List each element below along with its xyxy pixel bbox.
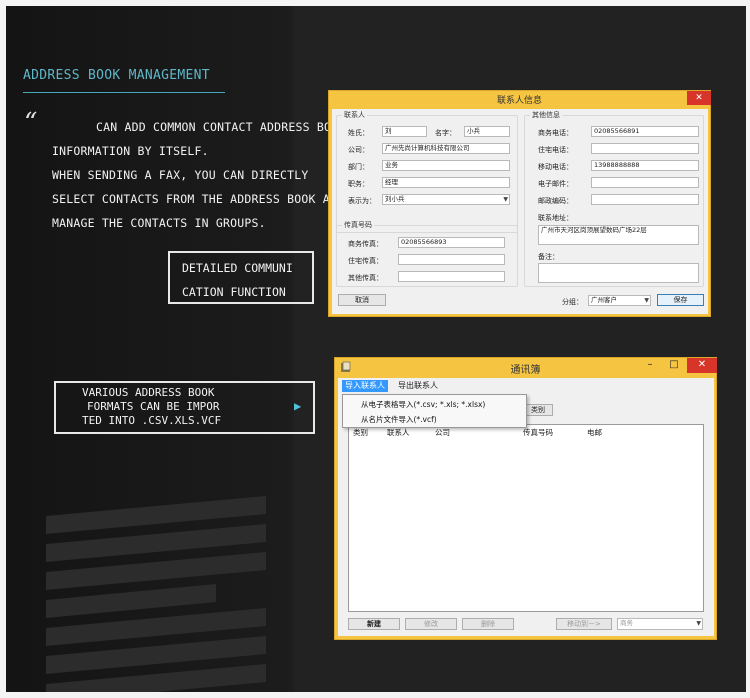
detail-box-line-2: CATION FUNCTION [182,285,286,299]
contact-window-body: 联系人 姓氏： 刘 名字： 小兵 公司： 广州先尚计算机科技有限公司 部门： 业… [332,109,708,314]
display-as-select[interactable]: 刘小兵 ▼ [382,194,510,205]
minimize-button[interactable]: – [640,359,660,372]
formats-box: VARIOUS ADDRESS BOOK FORMATS CAN BE IMPO… [54,381,315,434]
play-arrow-icon: ▶ [294,399,302,413]
chevron-down-icon: ▼ [644,297,649,304]
home-phone-label: 住宅电话： [538,146,573,154]
mobile-label: 移动电话： [538,163,573,171]
detail-box-line-1: DETAILED COMMUNI [182,261,293,275]
import-from-vcf[interactable]: 从名片文件导入(*.vcf) [361,414,437,425]
section-title: ADDRESS BOOK MANAGEMENT [23,68,210,83]
title-underline [23,92,225,93]
surname-field[interactable]: 刘 [382,126,427,137]
surname-label: 姓氏： [348,129,369,137]
company-label: 公司： [348,146,369,154]
save-button[interactable]: 保存 [657,294,704,306]
column-category[interactable]: 类别 [353,427,368,438]
address-book-window: 通讯簿 – □ ✕ 导入联系人 导出联系人 从电子表格导入(*.csv; *.x… [334,357,717,640]
move-target-value: 商务 [620,619,633,627]
formats-box-line-1: VARIOUS ADDRESS BOOK [82,386,215,399]
desc-line-1: CAN ADD COMMON CONTACT ADDRESS BOOK [96,120,346,134]
contact-window-title: 联系人信息 [496,96,542,106]
group-select-label: 分组： [562,298,583,306]
biz-phone-label: 商务电话： [538,129,573,137]
biz-fax-label: 商务传真： [348,240,383,248]
detail-function-box: DETAILED COMMUNI CATION FUNCTION [168,251,314,304]
chevron-down-icon: ▼ [696,620,701,627]
address-field[interactable]: 广州市天河区岗顶展望数码广场22层 [538,225,699,245]
formats-box-line-3: TED INTO .CSV.XLS.VCF [82,414,222,427]
other-info-group-label: 其他信息 [530,110,562,120]
contact-window-titlebar[interactable]: 联系人信息 ✕ [329,91,711,107]
column-fax-number[interactable]: 传真号码 [523,427,553,438]
column-company[interactable]: 公司 [435,427,450,438]
formats-box-line-2: FORMATS CAN BE IMPOR [87,400,220,413]
home-phone-field[interactable] [591,143,699,154]
desc-line-2: INFORMATION BY ITSELF. [52,144,209,158]
contact-window-close-button[interactable]: ✕ [687,91,711,105]
email-field[interactable] [591,177,699,188]
home-fax-label: 住宅传真： [348,257,383,265]
category-button[interactable]: 类别 [523,404,553,416]
group-select[interactable]: 广州客户 ▼ [588,295,651,306]
move-to-button[interactable]: 移动到－> [556,618,612,630]
other-fax-field[interactable] [398,271,505,282]
address-book-titlebar[interactable]: 通讯簿 – □ ✕ [335,358,717,376]
home-fax-field[interactable] [398,254,505,265]
delete-button[interactable]: 删除 [462,618,514,630]
note-label: 备注： [538,253,559,261]
fax-group-label: 传真号码 [342,220,374,230]
dept-label: 部门： [348,163,369,171]
column-email[interactable]: 电邮 [587,427,602,438]
note-field[interactable] [538,263,699,283]
dept-field[interactable]: 业务 [382,160,510,171]
display-as-label: 表示为： [348,197,376,205]
menu-import-contacts[interactable]: 导入联系人 [342,380,388,392]
address-book-body: 导入联系人 导出联系人 从电子表格导入(*.csv; *.xls; *.xlsx… [338,378,714,636]
desc-line-4: SELECT CONTACTS FROM THE ADDRESS BOOK AN… [52,192,345,206]
display-as-value: 刘小兵 [385,195,405,203]
address-label: 联系地址： [538,214,573,222]
import-from-spreadsheet[interactable]: 从电子表格导入(*.csv; *.xls; *.xlsx) [361,399,485,410]
zip-field[interactable] [591,194,699,205]
biz-phone-field[interactable]: 02085566891 [591,126,699,137]
move-target-select[interactable]: 商务 ▼ [617,618,703,630]
contact-info-window: 联系人信息 ✕ 联系人 姓氏： 刘 名字： 小兵 公司： 广州先尚计算机科技有限… [328,90,711,317]
decorative-document-graphic [46,496,266,692]
cancel-button[interactable]: 取消 [338,294,386,306]
name-label: 名字： [435,129,456,137]
position-field[interactable]: 经理 [382,177,510,188]
import-dropdown-menu: 从电子表格导入(*.csv; *.xls; *.xlsx) 从名片文件导入(*.… [342,394,527,428]
contacts-list[interactable]: 类别 联系人 公司 传真号码 电邮 [348,424,704,612]
other-fax-label: 其他传真： [348,274,383,282]
edit-button[interactable]: 修改 [405,618,457,630]
desc-line-3: WHEN SENDING A FAX, YOU CAN DIRECTLY [52,168,309,182]
group-select-value: 广州客户 [591,296,617,304]
position-label: 职务： [348,180,369,188]
chevron-down-icon: ▼ [503,196,508,203]
address-book-close-button[interactable]: ✕ [687,358,717,373]
biz-fax-field[interactable]: 02085566893 [398,237,505,248]
quote-mark: “ [24,108,38,138]
name-field[interactable]: 小兵 [464,126,510,137]
mobile-field[interactable]: 13988888888 [591,160,699,171]
new-button[interactable]: 新建 [348,618,400,630]
maximize-button[interactable]: □ [664,359,684,372]
menu-export-contacts[interactable]: 导出联系人 [395,380,441,392]
zip-label: 邮政编码： [538,197,573,205]
email-label: 电子邮件： [538,180,573,188]
company-field[interactable]: 广州先尚计算机科技有限公司 [382,143,510,154]
contact-group-label: 联系人 [342,110,367,120]
column-contact[interactable]: 联系人 [387,427,410,438]
desc-line-5: MANAGE THE CONTACTS IN GROUPS. [52,216,266,230]
